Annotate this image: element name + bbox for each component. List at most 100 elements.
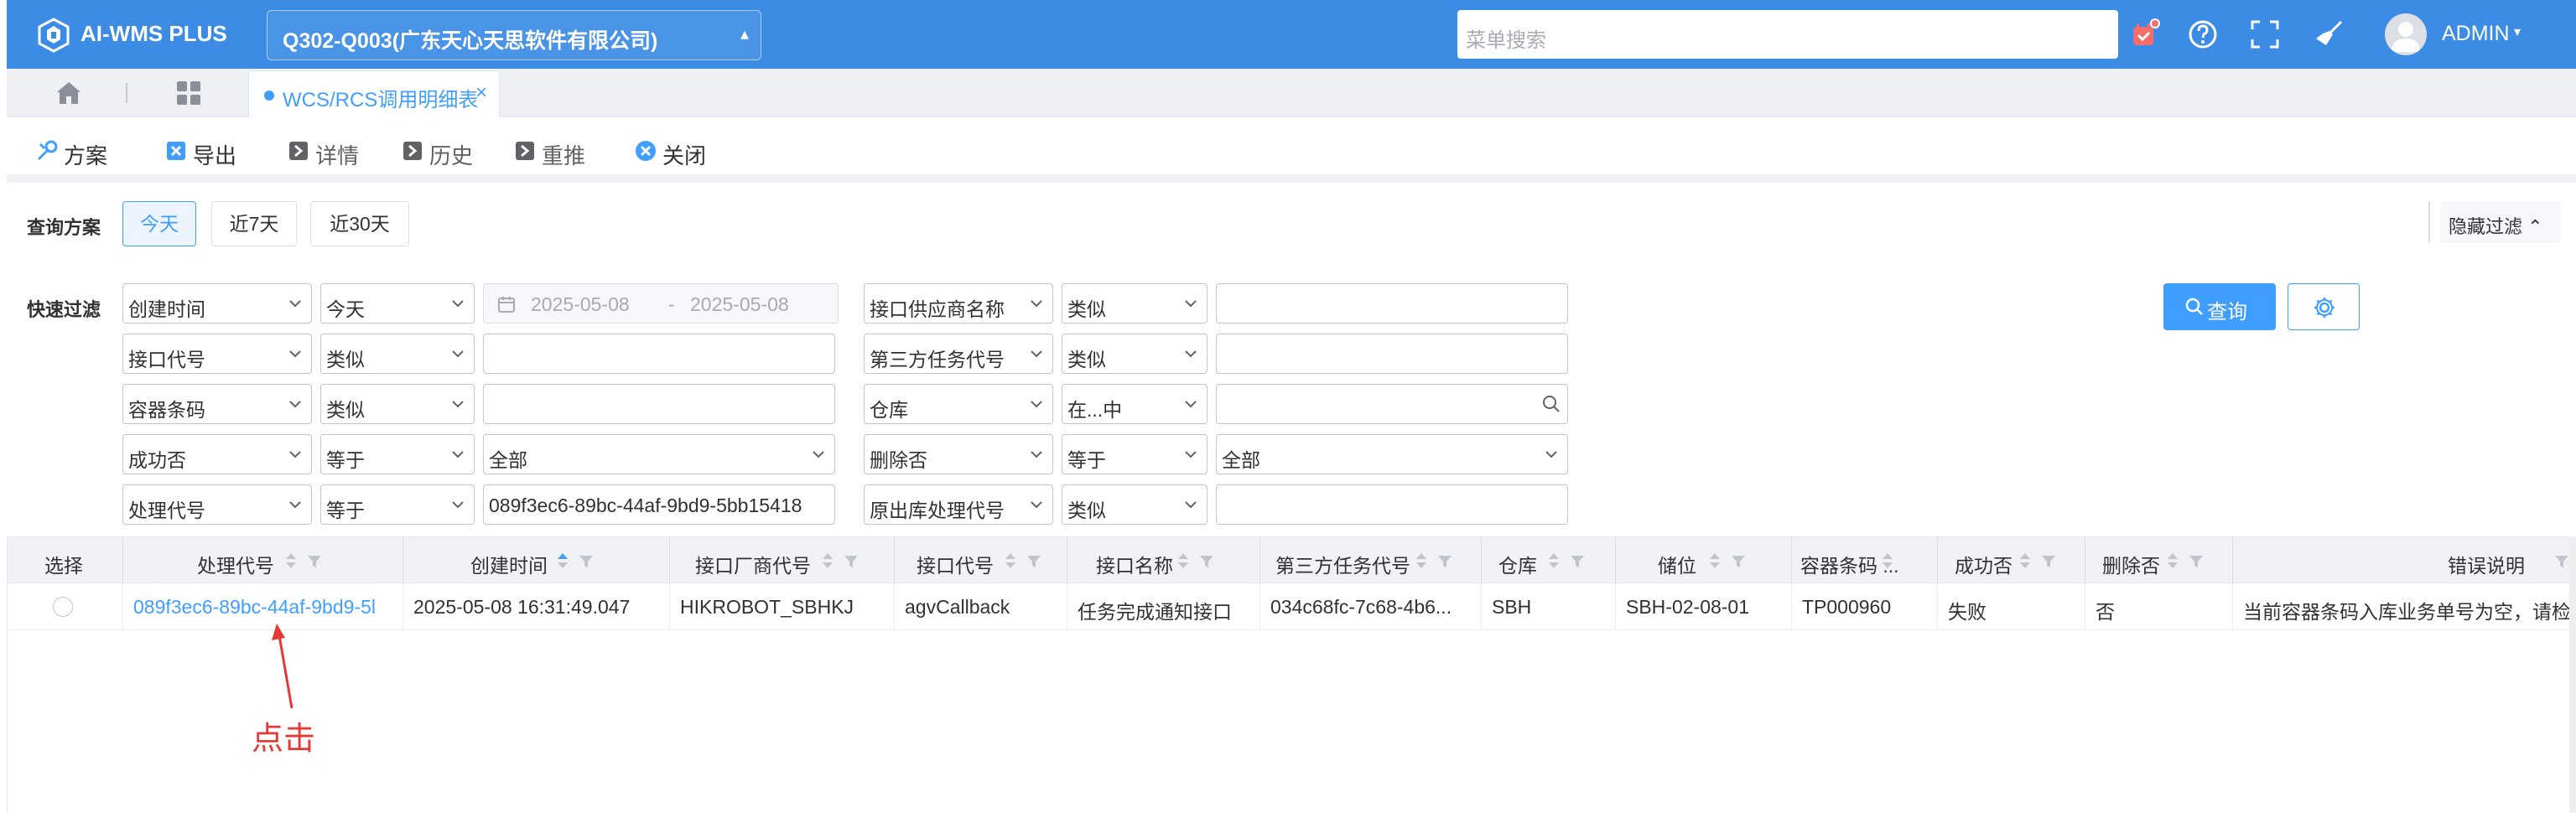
filter-funnel-icon[interactable] (2553, 553, 2570, 570)
column-header-interface-name[interactable]: 接口名称 (1067, 537, 1260, 584)
filter-funnel-icon[interactable] (843, 553, 860, 570)
column-header-third-party-task[interactable]: 第三方任务代号 (1260, 537, 1482, 584)
sort-icon[interactable] (1881, 551, 1894, 571)
column-header-interface-code[interactable]: 接口代号 (895, 537, 1067, 584)
filter-funnel-icon[interactable] (2188, 553, 2205, 570)
table-cell: 任务完成通知接口 (1067, 583, 1260, 630)
filter-operator-select[interactable]: 今天 (320, 283, 475, 324)
filter-field-select[interactable]: 创建时间 (122, 283, 312, 324)
filter-operator-select[interactable]: 等于 (320, 434, 475, 474)
column-header-vendor-code[interactable]: 接口厂商代号 (670, 537, 895, 584)
filter-funnel-icon[interactable] (1569, 553, 1586, 570)
avatar[interactable] (2385, 13, 2427, 55)
notification-calendar-icon[interactable] (2127, 17, 2162, 52)
sort-icon[interactable] (284, 551, 298, 571)
column-header-created-time[interactable]: 创建时间 (403, 537, 670, 584)
filter-value-text: 全部 (1222, 449, 1260, 471)
filter-funnel-icon[interactable] (2040, 553, 2057, 570)
row-select-radio[interactable] (53, 597, 73, 617)
column-header-location[interactable]: 储位 (1616, 537, 1792, 584)
sort-icon[interactable] (2018, 551, 2032, 571)
filter-funnel-icon[interactable] (1436, 553, 1453, 570)
filter-field-select[interactable]: 处理代号 (122, 484, 312, 525)
clean-brush-icon[interactable] (2311, 17, 2346, 52)
scheme-7days-button[interactable]: 近7天 (211, 201, 297, 246)
filter-operator-select-2[interactable]: 等于 (1062, 434, 1208, 474)
warehouse-picker-input[interactable] (1216, 384, 1568, 424)
filter-funnel-icon[interactable] (1198, 553, 1215, 570)
menu-search-input[interactable]: 菜单搜索 (1457, 10, 2118, 59)
process-code-input[interactable]: 089f3ec6-89bc-44af-9bd9-5bb15418 (483, 484, 835, 525)
filter-field-select[interactable]: 容器条码 (122, 384, 312, 424)
table-row[interactable]: 089f3ec6-89bc-44af-9bd9-5l 2025-05-08 16… (8, 583, 2576, 630)
filter-operator-select[interactable]: 类似 (320, 384, 475, 424)
scheme-button-label: 方案 (64, 143, 108, 168)
process-code-value[interactable]: 089f3ec6-89bc-44af-9bd9-5l (133, 596, 376, 619)
table-cell: SBH-02-08-01 (1616, 583, 1792, 630)
user-name[interactable]: ADMIN (2442, 22, 2510, 46)
filter-funnel-icon[interactable] (1026, 553, 1042, 570)
query-button[interactable]: 查询 (2163, 283, 2276, 330)
filter-field-select[interactable]: 成功否 (122, 434, 312, 474)
detail-button[interactable]: 详情 (287, 136, 371, 168)
scheme-today-button[interactable]: 今天 (122, 201, 196, 246)
scheme-button[interactable]: 方案 (35, 136, 127, 168)
filter-field-select-2[interactable]: 仓库 (864, 384, 1053, 424)
column-header-error-message[interactable]: 错误说明 (2233, 537, 2576, 584)
sort-icon[interactable] (1547, 551, 1561, 571)
project-select[interactable]: Q302-Q003(广东天心天思软件有限公司) ▴ (267, 10, 761, 60)
column-header-success[interactable]: 成功否 (1938, 537, 2085, 584)
search-icon[interactable] (1542, 395, 1561, 413)
filter-operator-select-2[interactable]: 类似 (1062, 484, 1208, 525)
help-icon[interactable] (2185, 17, 2220, 52)
filter-field-select-2[interactable]: 原出库处理代号 (864, 484, 1053, 525)
filter-funnel-icon[interactable] (1730, 553, 1747, 570)
filter-value-input-2[interactable] (1216, 283, 1568, 324)
filter-operator-select-2[interactable]: 类似 (1062, 334, 1208, 374)
column-header-deleted[interactable]: 删除否 (2085, 537, 2233, 584)
filter-operator-select-2[interactable]: 类似 (1062, 283, 1208, 324)
filter-value-select[interactable]: 全部 (483, 434, 835, 474)
filter-field-select[interactable]: 接口代号 (122, 334, 312, 374)
fullscreen-icon[interactable] (2247, 17, 2283, 52)
hide-filter-button[interactable]: 隐藏过滤 ⌃ (2428, 201, 2561, 243)
filter-value-input[interactable] (483, 384, 835, 424)
filter-funnel-icon[interactable] (306, 553, 323, 570)
filter-field-select-2[interactable]: 接口供应商名称 (864, 283, 1053, 324)
filter-value-input[interactable] (483, 334, 835, 374)
sort-icon[interactable] (1415, 551, 1428, 571)
export-button[interactable]: 导出 (164, 136, 248, 168)
filter-field-select-2[interactable]: 第三方任务代号 (864, 334, 1053, 374)
filter-operator-select[interactable]: 等于 (320, 484, 475, 525)
sort-icon[interactable] (1176, 551, 1190, 571)
history-button[interactable]: 历史 (401, 136, 485, 168)
filter-value-input-2[interactable] (1216, 484, 1568, 525)
sort-icon[interactable] (821, 551, 834, 571)
sort-icon[interactable] (2166, 551, 2179, 571)
date-range-input[interactable]: 2025-05-08 - 2025-05-08 (483, 283, 839, 324)
filter-settings-button[interactable] (2288, 283, 2360, 330)
sort-icon[interactable] (1708, 551, 1722, 571)
repush-button-label: 重推 (542, 143, 586, 168)
row-select-cell[interactable] (8, 583, 123, 630)
close-page-button[interactable]: 关闭 (634, 136, 718, 168)
scheme-30days-button[interactable]: 近30天 (310, 201, 409, 246)
column-header-process-code[interactable]: 处理代号 (123, 537, 403, 584)
filter-field-select-2[interactable]: 删除否 (864, 434, 1053, 474)
repush-button[interactable]: 重推 (513, 136, 597, 168)
column-header-container-code[interactable]: 容器条码 ... (1792, 537, 1938, 584)
filter-value-select-2[interactable]: 全部 (1216, 434, 1568, 474)
filter-value-input-2[interactable] (1216, 334, 1568, 374)
sort-ascending-icon[interactable] (556, 551, 569, 571)
horizontal-scroll-edge[interactable] (2569, 536, 2576, 813)
user-menu-caret-icon[interactable]: ▾ (2514, 23, 2521, 40)
sort-icon[interactable] (1004, 551, 1017, 571)
close-icon[interactable]: × (475, 81, 487, 105)
filter-operator-select[interactable]: 类似 (320, 334, 475, 374)
home-icon[interactable] (54, 78, 84, 108)
column-header-warehouse[interactable]: 仓库 (1482, 537, 1616, 584)
apps-grid-icon[interactable] (174, 79, 203, 107)
filter-operator-select-2[interactable]: 在...中 (1062, 384, 1208, 424)
filter-funnel-icon[interactable] (578, 553, 595, 570)
tab-wcs-rcs-detail[interactable]: WCS/RCS调用明细表 × (248, 70, 500, 117)
